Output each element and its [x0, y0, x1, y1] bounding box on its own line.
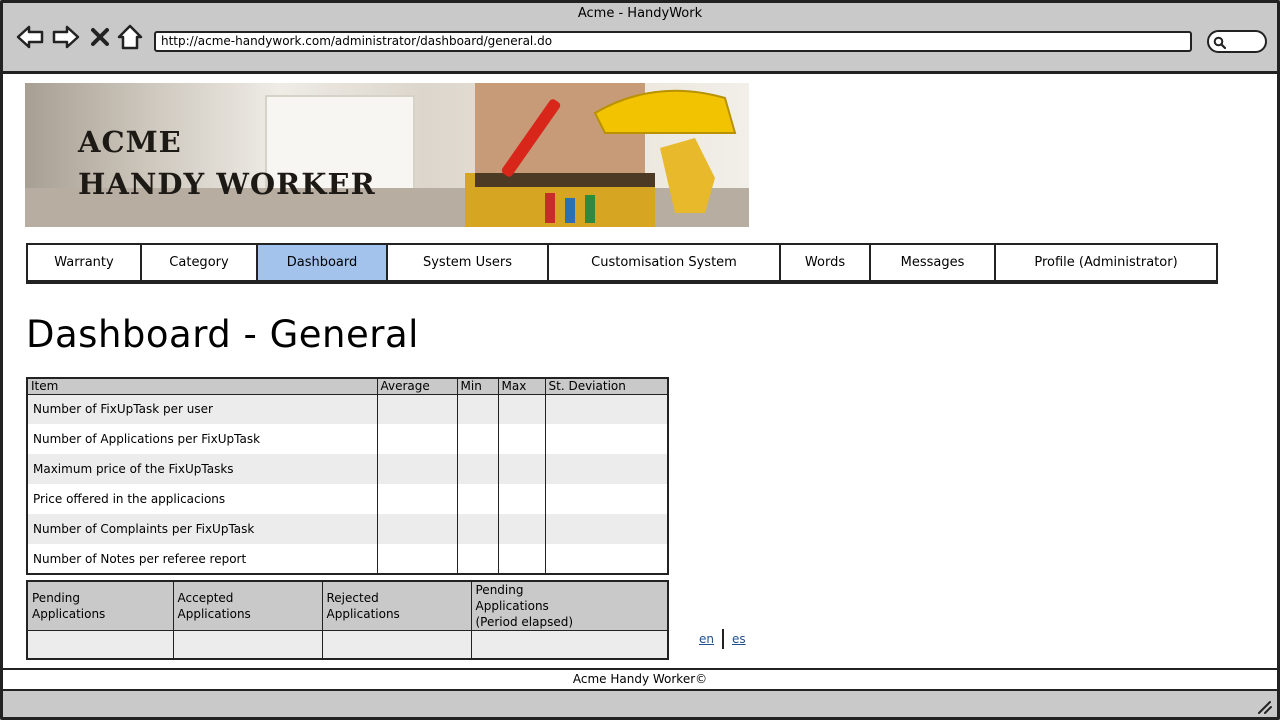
st-deviation-cell	[545, 484, 668, 514]
forward-arrow-icon[interactable]	[52, 24, 80, 50]
average-cell	[377, 544, 458, 574]
column-header-max: Max	[498, 378, 546, 395]
nav-item-words[interactable]: Words	[781, 245, 871, 280]
column-header-st-deviation: St. Deviation	[545, 378, 668, 395]
average-cell	[377, 424, 458, 454]
st-deviation-cell	[545, 544, 668, 574]
average-cell	[377, 514, 458, 544]
language-link-en[interactable]: en	[699, 632, 714, 646]
browser-statusbar	[0, 691, 1280, 720]
column-header-pending-period-elapsed: Pending Applications (Period elapsed)	[471, 581, 668, 631]
column-header-rejected-applications: Rejected Applications	[322, 581, 472, 631]
column-header-average: Average	[377, 378, 458, 395]
row-label: Number of Notes per referee report	[27, 544, 378, 574]
column-header-item: Item	[27, 378, 378, 395]
st-deviation-cell	[545, 514, 668, 544]
browser-titlebar: Acme - HandyWork http://acme-handywork.c…	[0, 0, 1280, 74]
header-line: Rejected	[326, 591, 379, 605]
st-deviation-cell	[545, 424, 668, 454]
header-line: Accepted	[177, 591, 234, 605]
average-cell	[377, 394, 458, 424]
back-arrow-icon[interactable]	[16, 24, 44, 50]
column-header-pending-applications: Pending Applications	[27, 581, 174, 631]
banner-title-line2: HANDY WORKER	[78, 167, 376, 201]
close-icon[interactable]	[88, 24, 112, 50]
table-row: Number of Complaints per FixUpTask	[27, 514, 668, 544]
max-cell	[498, 514, 546, 544]
average-cell	[377, 454, 458, 484]
header-banner: ACME HANDY WORKER	[25, 83, 749, 227]
column-header-min: Min	[457, 378, 499, 395]
search-icon	[1213, 36, 1226, 49]
nav-item-category[interactable]: Category	[142, 245, 258, 280]
header-line: Applications	[32, 607, 106, 621]
max-cell	[498, 394, 546, 424]
window-title: Acme - HandyWork	[577, 6, 703, 21]
row-label: Number of Complaints per FixUpTask	[27, 514, 378, 544]
column-header-accepted-applications: Accepted Applications	[173, 581, 323, 631]
header-line: Applications	[177, 607, 251, 621]
banner-title: ACME HANDY WORKER	[78, 121, 376, 205]
statistics-table: Item Average Min Max St. Deviation Numbe…	[26, 377, 669, 575]
main-nav: Warranty Category Dashboard System Users…	[26, 243, 1218, 284]
header-line: (Period elapsed)	[475, 615, 574, 629]
rejected-applications-cell	[322, 630, 472, 659]
row-label: Number of Applications per FixUpTask	[27, 424, 378, 454]
table-row	[27, 630, 668, 659]
url-input[interactable]: http://acme-handywork.com/administrator/…	[154, 31, 1192, 52]
min-cell	[457, 544, 499, 574]
st-deviation-cell	[545, 454, 668, 484]
min-cell	[457, 514, 499, 544]
header-line: Pending	[32, 591, 80, 605]
row-label: Number of FixUpTask per user	[27, 394, 378, 424]
nav-item-system-users[interactable]: System Users	[388, 245, 549, 280]
language-switcher: en es	[699, 629, 746, 649]
table-row: Number of FixUpTask per user	[27, 394, 668, 424]
min-cell	[457, 394, 499, 424]
table-row: Number of Applications per FixUpTask	[27, 424, 668, 454]
handyman-illustration	[465, 83, 737, 227]
st-deviation-cell	[545, 394, 668, 424]
min-cell	[457, 454, 499, 484]
max-cell	[498, 424, 546, 454]
min-cell	[457, 484, 499, 514]
language-separator	[722, 629, 724, 649]
average-cell	[377, 484, 458, 514]
nav-item-warranty[interactable]: Warranty	[28, 245, 142, 280]
row-label: Price offered in the applicacions	[27, 484, 378, 514]
header-line: Applications	[326, 607, 400, 621]
home-icon[interactable]	[116, 24, 144, 50]
resize-grip-icon[interactable]	[1256, 700, 1272, 714]
max-cell	[498, 484, 546, 514]
page-footer: Acme Handy Worker©	[0, 668, 1280, 691]
nav-item-profile[interactable]: Profile (Administrator)	[996, 245, 1216, 280]
row-label: Maximum price of the FixUpTasks	[27, 454, 378, 484]
table-row: Price offered in the applicacions	[27, 484, 668, 514]
nav-item-messages[interactable]: Messages	[871, 245, 996, 280]
pending-applications-cell	[27, 630, 174, 659]
page-title: Dashboard - General	[26, 313, 419, 356]
table-header-row: Pending Applications Accepted Applicatio…	[27, 581, 668, 631]
banner-title-line1: ACME	[78, 125, 182, 159]
table-header-row: Item Average Min Max St. Deviation	[27, 378, 668, 395]
header-line: Applications	[475, 599, 549, 613]
max-cell	[498, 454, 546, 484]
language-link-es[interactable]: es	[732, 632, 746, 646]
table-row: Number of Notes per referee report	[27, 544, 668, 574]
nav-item-dashboard[interactable]: Dashboard	[258, 245, 388, 280]
min-cell	[457, 424, 499, 454]
applications-table: Pending Applications Accepted Applicatio…	[26, 580, 669, 660]
browser-search-field[interactable]	[1207, 30, 1267, 53]
accepted-applications-cell	[173, 630, 323, 659]
header-line: Pending	[475, 583, 524, 597]
max-cell	[498, 544, 546, 574]
pending-period-elapsed-cell	[471, 630, 668, 659]
nav-item-customisation-system[interactable]: Customisation System	[549, 245, 781, 280]
table-row: Maximum price of the FixUpTasks	[27, 454, 668, 484]
